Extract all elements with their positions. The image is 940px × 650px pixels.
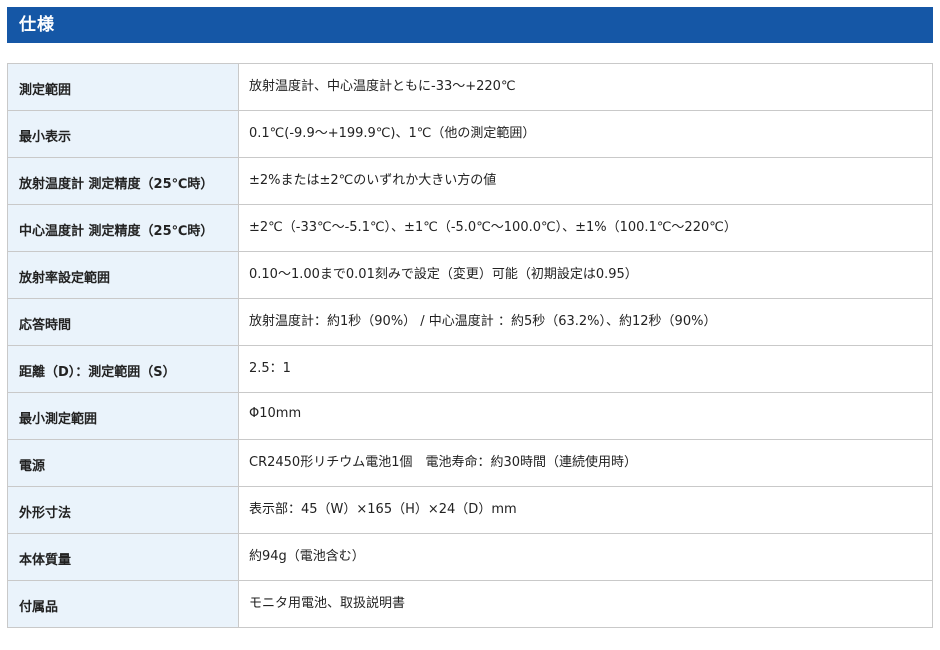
spec-value: CR2450形リチウム電池1個 電池寿命：約30時間（連続使用時） — [238, 439, 933, 487]
spec-label: 放射温度計 測定精度（25℃時） — [7, 157, 239, 205]
spec-table: 測定範囲 放射温度計、中心温度計ともに-33〜+220℃ 最小表示 0.1℃(-… — [7, 63, 933, 628]
spec-label: 中心温度計 測定精度（25℃時） — [7, 204, 239, 252]
table-row: 放射率設定範囲 0.10〜1.00まで0.01刻みで設定（変更）可能（初期設定は… — [7, 251, 933, 299]
table-row: 本体質量 約94g（電池含む） — [7, 533, 933, 581]
spec-value: ±2%または±2℃のいずれか大きい方の値 — [238, 157, 933, 205]
spec-value: ±2℃（-33℃〜-5.1℃）、±1℃（-5.0℃〜100.0℃）、±1%（10… — [238, 204, 933, 252]
spec-label: 外形寸法 — [7, 486, 239, 534]
table-row: 放射温度計 測定精度（25℃時） ±2%または±2℃のいずれか大きい方の値 — [7, 157, 933, 205]
spec-label: 最小測定範囲 — [7, 392, 239, 440]
spec-value: 0.1℃(-9.9〜+199.9℃)、1℃（他の測定範囲） — [238, 110, 933, 158]
table-row: 外形寸法 表示部：45（W）×165（H）×24（D）mm — [7, 486, 933, 534]
spec-label: 放射率設定範囲 — [7, 251, 239, 299]
spec-value: 放射温度計、中心温度計ともに-33〜+220℃ — [238, 63, 933, 111]
spec-label: 応答時間 — [7, 298, 239, 346]
table-row: 測定範囲 放射温度計、中心温度計ともに-33〜+220℃ — [7, 63, 933, 111]
spec-label: 距離（D）：測定範囲（S） — [7, 345, 239, 393]
spec-value: 2.5：1 — [238, 345, 933, 393]
table-row: 最小表示 0.1℃(-9.9〜+199.9℃)、1℃（他の測定範囲） — [7, 110, 933, 158]
spec-label: 本体質量 — [7, 533, 239, 581]
table-row: 最小測定範囲 Φ10mm — [7, 392, 933, 440]
spec-value: モニタ用電池、取扱説明書 — [238, 580, 933, 628]
spec-label: 電源 — [7, 439, 239, 487]
table-row: 応答時間 放射温度計：約1秒（90%） / 中心温度計 ：約5秒（63.2%）、… — [7, 298, 933, 346]
spec-label: 最小表示 — [7, 110, 239, 158]
section-title: 仕様 — [19, 15, 55, 35]
table-row: 距離（D）：測定範囲（S） 2.5：1 — [7, 345, 933, 393]
section-header: 仕様 — [7, 7, 933, 43]
table-row: 付属品 モニタ用電池、取扱説明書 — [7, 580, 933, 628]
spec-value: Φ10mm — [238, 392, 933, 440]
table-row: 電源 CR2450形リチウム電池1個 電池寿命：約30時間（連続使用時） — [7, 439, 933, 487]
spec-value: 約94g（電池含む） — [238, 533, 933, 581]
spec-label: 付属品 — [7, 580, 239, 628]
table-row: 中心温度計 測定精度（25℃時） ±2℃（-33℃〜-5.1℃）、±1℃（-5.… — [7, 204, 933, 252]
spec-value: 表示部：45（W）×165（H）×24（D）mm — [238, 486, 933, 534]
spec-value: 放射温度計：約1秒（90%） / 中心温度計 ：約5秒（63.2%）、約12秒（… — [238, 298, 933, 346]
spec-label: 測定範囲 — [7, 63, 239, 111]
spec-value: 0.10〜1.00まで0.01刻みで設定（変更）可能（初期設定は0.95） — [238, 251, 933, 299]
